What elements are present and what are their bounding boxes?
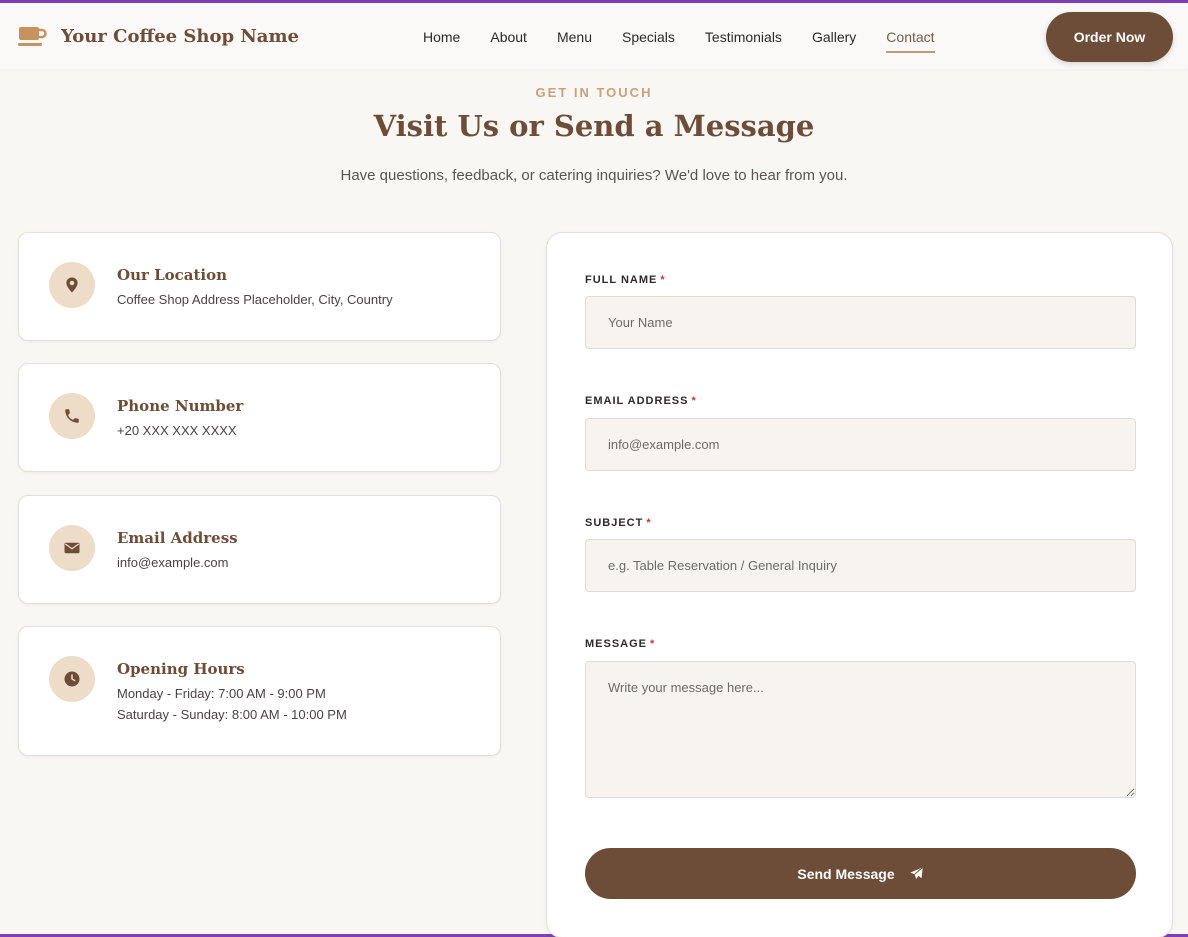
nav-specials[interactable]: Specials — [622, 29, 675, 53]
location-card: Our Location Coffee Shop Address Placeho… — [18, 232, 501, 341]
card-title: Opening Hours — [117, 660, 245, 678]
subject-input[interactable] — [585, 539, 1136, 592]
main-nav: Home About Menu Specials Testimonials Ga… — [423, 29, 965, 53]
nav-testimonials[interactable]: Testimonials — [705, 29, 782, 53]
brand-logo[interactable]: Your Coffee Shop Name — [18, 23, 299, 49]
hours-card: Opening Hours Monday - Friday: 7:00 AM -… — [18, 626, 501, 756]
contact-form: FULL NAME* EMAIL ADDRESS* SUBJECT* MESSA… — [546, 232, 1173, 937]
required-mark: * — [646, 517, 652, 529]
email-label: EMAIL ADDRESS * — [585, 395, 697, 407]
brand-name: Your Coffee Shop Name — [61, 25, 299, 47]
order-now-button[interactable]: Order Now — [1046, 12, 1173, 62]
message-label: MESSAGE * — [585, 638, 656, 650]
required-mark: * — [691, 395, 697, 407]
paper-plane-icon — [909, 866, 923, 880]
nav-home[interactable]: Home — [423, 29, 460, 53]
card-text: Saturday - Sunday: 8:00 AM - 10:00 PM — [117, 707, 347, 722]
send-message-button[interactable]: Send Message — [585, 848, 1136, 899]
nav-menu[interactable]: Menu — [557, 29, 592, 53]
subject-label: SUBJECT * — [585, 517, 652, 529]
message-textarea[interactable] — [585, 661, 1136, 798]
section-eyebrow: GET IN TOUCH — [535, 85, 653, 100]
required-mark: * — [660, 274, 666, 286]
nav-about[interactable]: About — [490, 29, 527, 53]
card-text: Monday - Friday: 7:00 AM - 9:00 PM — [117, 686, 326, 701]
card-text: Coffee Shop Address Placeholder, City, C… — [117, 292, 393, 307]
page-subtitle: Have questions, feedback, or catering in… — [340, 167, 848, 184]
email-input[interactable] — [585, 418, 1136, 471]
phone-icon — [49, 393, 95, 439]
envelope-icon — [49, 525, 95, 571]
card-text: info@example.com — [117, 555, 229, 570]
location-pin-icon — [49, 262, 95, 308]
nav-gallery[interactable]: Gallery — [812, 29, 856, 53]
nav-contact[interactable]: Contact — [886, 29, 935, 53]
coffee-cup-icon — [18, 27, 47, 46]
email-card: Email Address info@example.com — [18, 495, 501, 604]
phone-card: Phone Number +20 XXX XXX XXXX — [18, 363, 501, 472]
card-title: Email Address — [117, 529, 238, 547]
full-name-input[interactable] — [585, 296, 1136, 349]
card-title: Phone Number — [117, 397, 244, 415]
page-title: Visit Us or Send a Message — [373, 109, 815, 143]
card-title: Our Location — [117, 266, 228, 284]
full-name-label: FULL NAME * — [585, 274, 666, 286]
required-mark: * — [650, 638, 656, 650]
card-text: +20 XXX XXX XXXX — [117, 423, 237, 438]
site-header: Your Coffee Shop Name Home About Menu Sp… — [0, 3, 1188, 69]
clock-icon — [49, 656, 95, 702]
send-message-label: Send Message — [797, 865, 895, 882]
